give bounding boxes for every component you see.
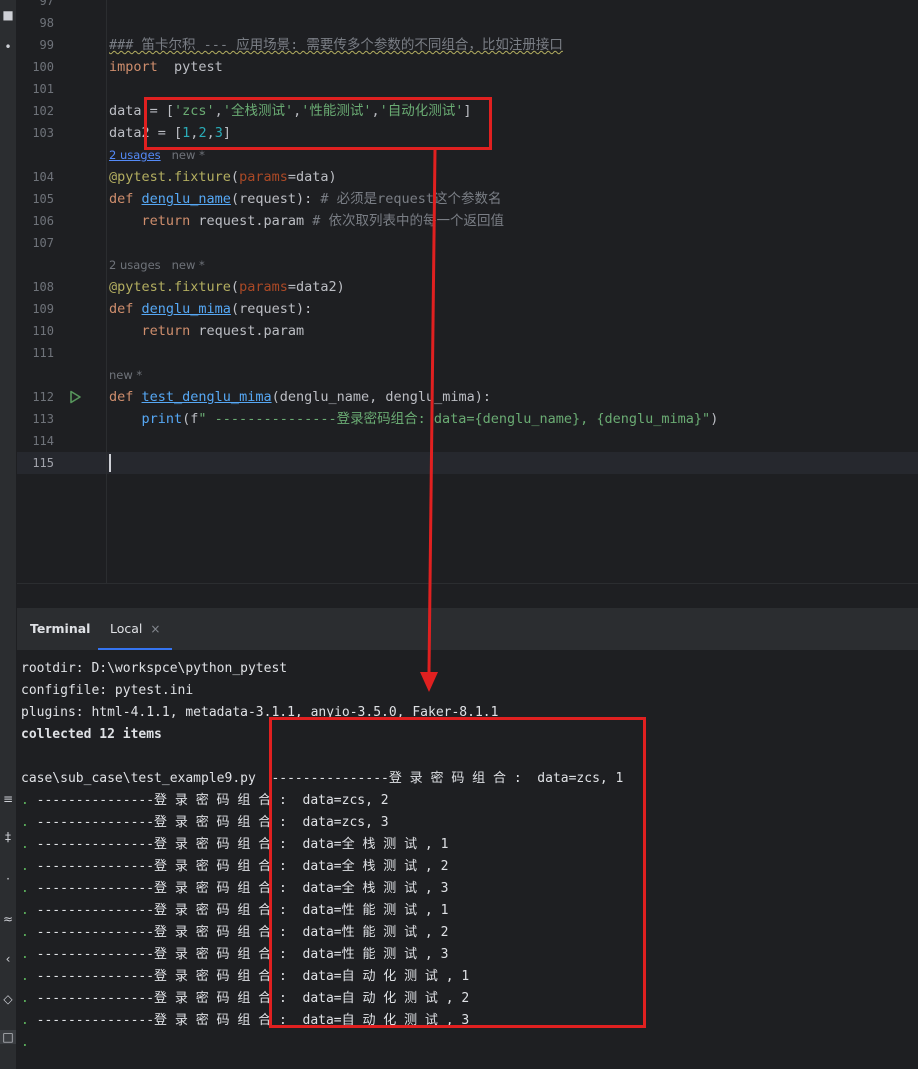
- code-text: print(f" ---------------登录密码组合: data={de…: [141, 411, 719, 427]
- code-text: @pytest.fixture(params=data2): [109, 279, 345, 295]
- code-text: return request.param: [141, 323, 305, 339]
- code-line-105[interactable]: def denglu_name(request): # 必须是request这个…: [109, 188, 502, 210]
- code-line-104[interactable]: @pytest.fixture(params=data): [109, 166, 337, 188]
- code-line-106[interactable]: return request.param # 依次取列表中的每一个返回值: [109, 210, 504, 232]
- test-pass-dot: .: [21, 837, 29, 852]
- code-editor[interactable]: 97 98 99 100 101 102 103 104 105 106 107…: [17, 0, 918, 583]
- dot-icon: •: [4, 40, 12, 54]
- code-text: return request.param # 依次取列表中的每一个返回值: [141, 213, 504, 229]
- usages-hint-2[interactable]: 2 usages new *: [109, 254, 205, 276]
- line-number: 107: [32, 236, 54, 250]
- code-text: def denglu_mima(request):: [109, 301, 313, 317]
- test-pass-dot: .: [21, 1035, 29, 1050]
- test-pass-dot: .: [21, 969, 29, 984]
- line-number: 98: [39, 16, 54, 30]
- terminal-line: collected 12 items: [21, 727, 162, 742]
- code-line-109[interactable]: def denglu_mima(request):: [109, 298, 312, 320]
- code-text: @pytest.fixture(params=data): [109, 169, 337, 185]
- tab-local[interactable]: Local ×: [98, 608, 173, 650]
- terminal-line: rootdir: D:\workspce\python_pytest: [21, 661, 288, 676]
- terminal-line: configfile: pytest.ini: [21, 683, 194, 698]
- python-packages-icon[interactable]: ≈: [0, 912, 16, 926]
- line-number: 114: [32, 434, 54, 448]
- test-pass-dot: .: [21, 881, 29, 896]
- terminal-line: .: [21, 1032, 29, 1054]
- test-pass-dot: .: [21, 793, 29, 808]
- line-number: 108: [32, 280, 54, 294]
- test-pass-dot: .: [21, 903, 29, 918]
- code-text: def test_denglu_mima(denglu_name, denglu…: [109, 389, 492, 405]
- line-number: 97: [39, 0, 54, 8]
- test-pass-dot: .: [21, 991, 29, 1006]
- code-line-110[interactable]: return request.param: [109, 320, 305, 342]
- line-number: 113: [32, 412, 54, 426]
- code-text: ### 笛卡尔积 --- 应用场景: 需要传多个参数的不同组合，比如注册接口: [109, 37, 563, 53]
- line-number: 101: [32, 82, 54, 96]
- code-line-99[interactable]: ### 笛卡尔积 --- 应用场景: 需要传多个参数的不同组合，比如注册接口: [109, 34, 563, 56]
- code-text: def denglu_name(request): # 必须是request这个…: [109, 191, 502, 207]
- line-number: 100: [32, 60, 54, 74]
- dot2-icon: ·: [6, 872, 10, 886]
- line-number: 103: [32, 126, 54, 140]
- panel-splitter[interactable]: [17, 583, 918, 608]
- test-pass-dot: .: [21, 859, 29, 874]
- line-number: 109: [32, 302, 54, 316]
- code-text: import pytest: [109, 59, 223, 75]
- line-number: 110: [32, 324, 54, 338]
- current-line-highlight: [17, 452, 918, 474]
- terminal-title: Terminal: [30, 621, 91, 636]
- line-number: 106: [32, 214, 54, 228]
- code-line-112[interactable]: def test_denglu_mima(denglu_name, denglu…: [109, 386, 491, 408]
- line-number: 115: [32, 456, 54, 470]
- test-pass-dot: .: [21, 815, 29, 830]
- test-pass-dot: .: [21, 947, 29, 962]
- code-line-100[interactable]: import pytest: [109, 56, 223, 78]
- terminal-toolwindow-icon[interactable]: □: [0, 1030, 16, 1044]
- annotation-box-data: [144, 97, 492, 150]
- terminal-tab-bar: Terminal Local ×: [17, 608, 918, 650]
- run-test-icon[interactable]: [68, 390, 82, 404]
- left-tool-strip: ■ • ≡ ‡ · ≈ ‹ ◇ □: [0, 0, 17, 1069]
- tab-local-label: Local: [110, 621, 143, 636]
- code-line-113[interactable]: print(f" ---------------登录密码组合: data={de…: [109, 408, 719, 430]
- structure-icon[interactable]: ≡: [0, 792, 16, 806]
- gutter-divider: [106, 0, 107, 583]
- line-number: 102: [32, 104, 54, 118]
- usages-link[interactable]: 2 usages: [109, 148, 161, 162]
- line-number: 105: [32, 192, 54, 206]
- new-hint-3: new *: [109, 368, 143, 382]
- text-caret: [109, 454, 111, 472]
- test-pass-dot: .: [21, 1013, 29, 1028]
- line-number: 104: [32, 170, 54, 184]
- new-hint: new *: [171, 148, 205, 162]
- annotation-box-output: [269, 717, 646, 1028]
- line-number: 99: [39, 38, 54, 52]
- git-icon[interactable]: ◇: [0, 992, 16, 1006]
- code-line-108[interactable]: @pytest.fixture(params=data2): [109, 276, 345, 298]
- test-pass-dot: .: [21, 925, 29, 940]
- project-icon[interactable]: ■: [0, 8, 16, 22]
- close-icon[interactable]: ×: [150, 622, 160, 636]
- line-number: 112: [32, 390, 54, 404]
- bookmarks-icon[interactable]: ‡: [0, 830, 16, 844]
- line-number: 111: [32, 346, 54, 360]
- services-icon[interactable]: ‹: [0, 952, 16, 966]
